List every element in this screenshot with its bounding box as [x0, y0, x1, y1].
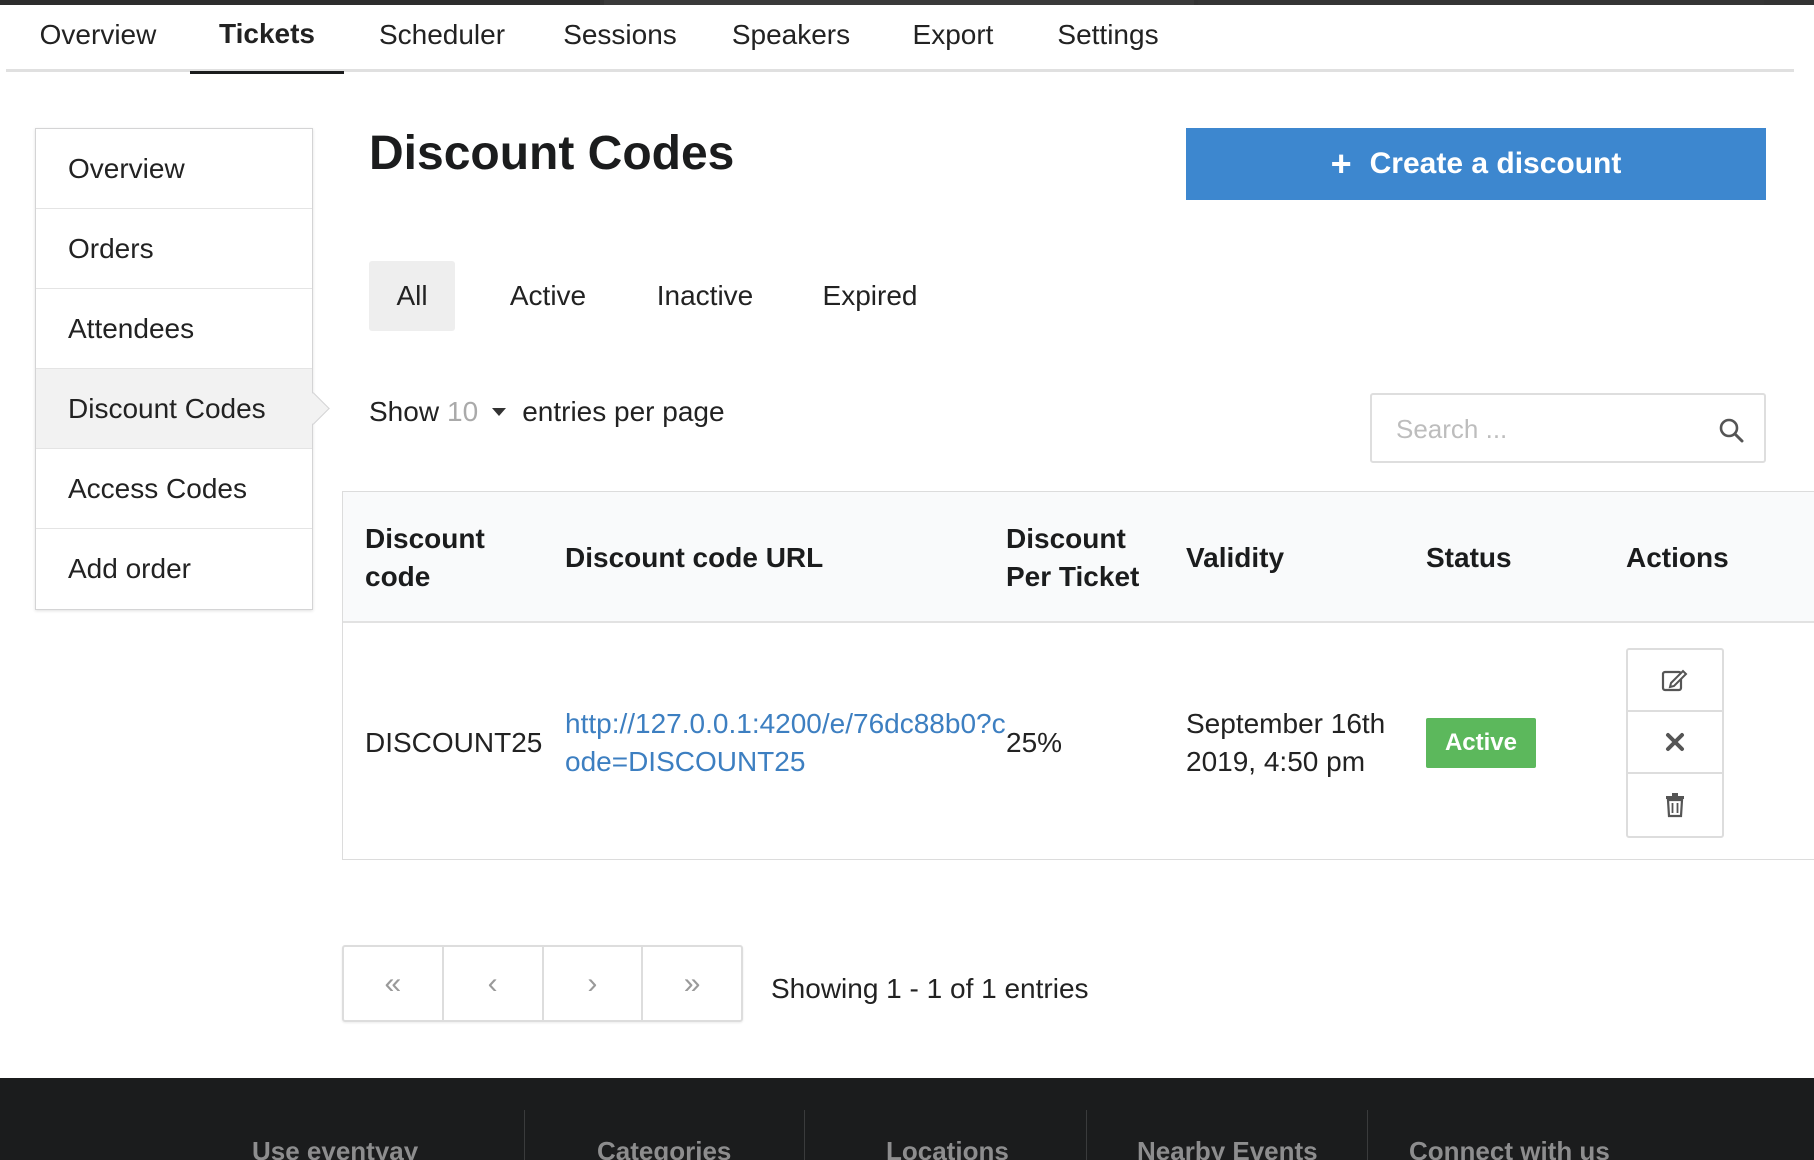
- footer-divider: [1367, 1110, 1368, 1160]
- tab-overview[interactable]: Overview: [28, 13, 168, 71]
- footer-heading-locations[interactable]: Locations: [886, 1136, 1009, 1160]
- cell-discount-code: DISCOUNT25: [365, 727, 543, 758]
- discount-codes-table: Discount code Discount code URL Discount…: [342, 491, 1814, 860]
- pagination-summary: Showing 1 - 1 of 1 entries: [771, 973, 1089, 1004]
- tab-sessions[interactable]: Sessions: [556, 13, 684, 71]
- table-header: Discount code Discount code URL Discount…: [343, 492, 1814, 623]
- sidebar-item-discount-codes[interactable]: Discount Codes: [36, 369, 312, 449]
- edit-icon: [1661, 669, 1688, 692]
- sidebar-item-overview[interactable]: Overview: [36, 129, 312, 209]
- row-actions: [1626, 648, 1724, 838]
- per-page-select[interactable]: 10: [447, 396, 478, 428]
- create-discount-label: Create a discount: [1369, 147, 1622, 180]
- first-page-button[interactable]: «: [344, 947, 444, 1020]
- deactivate-button[interactable]: [1628, 712, 1722, 774]
- tickets-sidebar-menu: Overview Orders Attendees Discount Codes…: [35, 128, 313, 610]
- search-box: [1370, 393, 1766, 463]
- delete-button[interactable]: [1628, 774, 1722, 836]
- filter-active[interactable]: Active: [493, 261, 603, 331]
- tab-export[interactable]: Export: [898, 13, 1008, 71]
- filter-expired[interactable]: Expired: [807, 261, 933, 331]
- pagination: « ‹ › »: [342, 945, 743, 1022]
- footer-heading-categories[interactable]: Categories: [597, 1136, 731, 1160]
- entries-per-page: Show 10 entries per page: [369, 392, 725, 432]
- site-footer: Use eventyay Categories Locations Nearby…: [0, 1078, 1814, 1160]
- tab-speakers[interactable]: Speakers: [722, 13, 860, 71]
- page-title: Discount Codes: [369, 127, 735, 180]
- entries-suffix-label: entries per page: [522, 396, 725, 427]
- filter-all[interactable]: All: [369, 261, 455, 331]
- header-status[interactable]: Status: [1426, 492, 1586, 623]
- sidebar-item-attendees[interactable]: Attendees: [36, 289, 312, 369]
- header-validity[interactable]: Validity: [1186, 492, 1386, 623]
- sidebar-item-orders[interactable]: Orders: [36, 209, 312, 289]
- edit-button[interactable]: [1628, 650, 1722, 712]
- plus-icon: +: [1330, 143, 1352, 184]
- tab-tickets[interactable]: Tickets: [190, 12, 344, 74]
- header-discount-per-ticket[interactable]: Discount Per Ticket: [1006, 492, 1156, 623]
- tab-settings[interactable]: Settings: [1046, 13, 1170, 71]
- footer-divider: [804, 1110, 805, 1160]
- footer-heading-nearby-events[interactable]: Nearby Events: [1137, 1136, 1318, 1160]
- caret-down-icon[interactable]: [492, 408, 507, 416]
- trash-icon: [1666, 793, 1684, 818]
- last-page-button[interactable]: »: [643, 947, 741, 1020]
- footer-divider: [1086, 1110, 1087, 1160]
- cell-per-ticket: 25%: [1006, 727, 1063, 758]
- footer-divider: [524, 1110, 525, 1160]
- create-discount-button[interactable]: + Create a discount: [1186, 128, 1766, 200]
- footer-heading-connect[interactable]: Connect with us: [1409, 1136, 1610, 1160]
- cell-discount-url: http://127.0.0.1:4200/e/76dc88b0?code=DI…: [565, 625, 1009, 861]
- show-label: Show: [369, 396, 440, 427]
- status-badge: Active: [1426, 718, 1536, 768]
- cell-status: Active: [1426, 625, 1586, 861]
- filter-inactive[interactable]: Inactive: [641, 261, 769, 331]
- table-row: DISCOUNT25 http://127.0.0.1:4200/e/76dc8…: [343, 625, 1814, 861]
- header-actions: Actions: [1626, 541, 1729, 573]
- tab-scheduler[interactable]: Scheduler: [366, 13, 518, 71]
- header-discount-url[interactable]: Discount code URL: [565, 492, 885, 623]
- sidebar-item-add-order[interactable]: Add order: [36, 529, 312, 609]
- event-top-nav: Overview Tickets Scheduler Sessions Spea…: [6, 5, 1794, 74]
- sidebar-item-access-codes[interactable]: Access Codes: [36, 449, 312, 529]
- prev-page-button[interactable]: ‹: [444, 947, 544, 1020]
- cell-validity: September 16th 2019, 4:50 pm: [1186, 708, 1386, 777]
- close-icon: [1666, 733, 1684, 751]
- footer-heading-use-eventyay[interactable]: Use eventyay: [252, 1136, 418, 1160]
- search-input[interactable]: [1396, 411, 1696, 447]
- search-icon[interactable]: [1718, 417, 1744, 443]
- header-discount-code[interactable]: Discount code: [365, 492, 515, 623]
- next-page-button[interactable]: ›: [544, 947, 644, 1020]
- discount-url-link[interactable]: http://127.0.0.1:4200/e/76dc88b0?code=DI…: [565, 705, 1009, 781]
